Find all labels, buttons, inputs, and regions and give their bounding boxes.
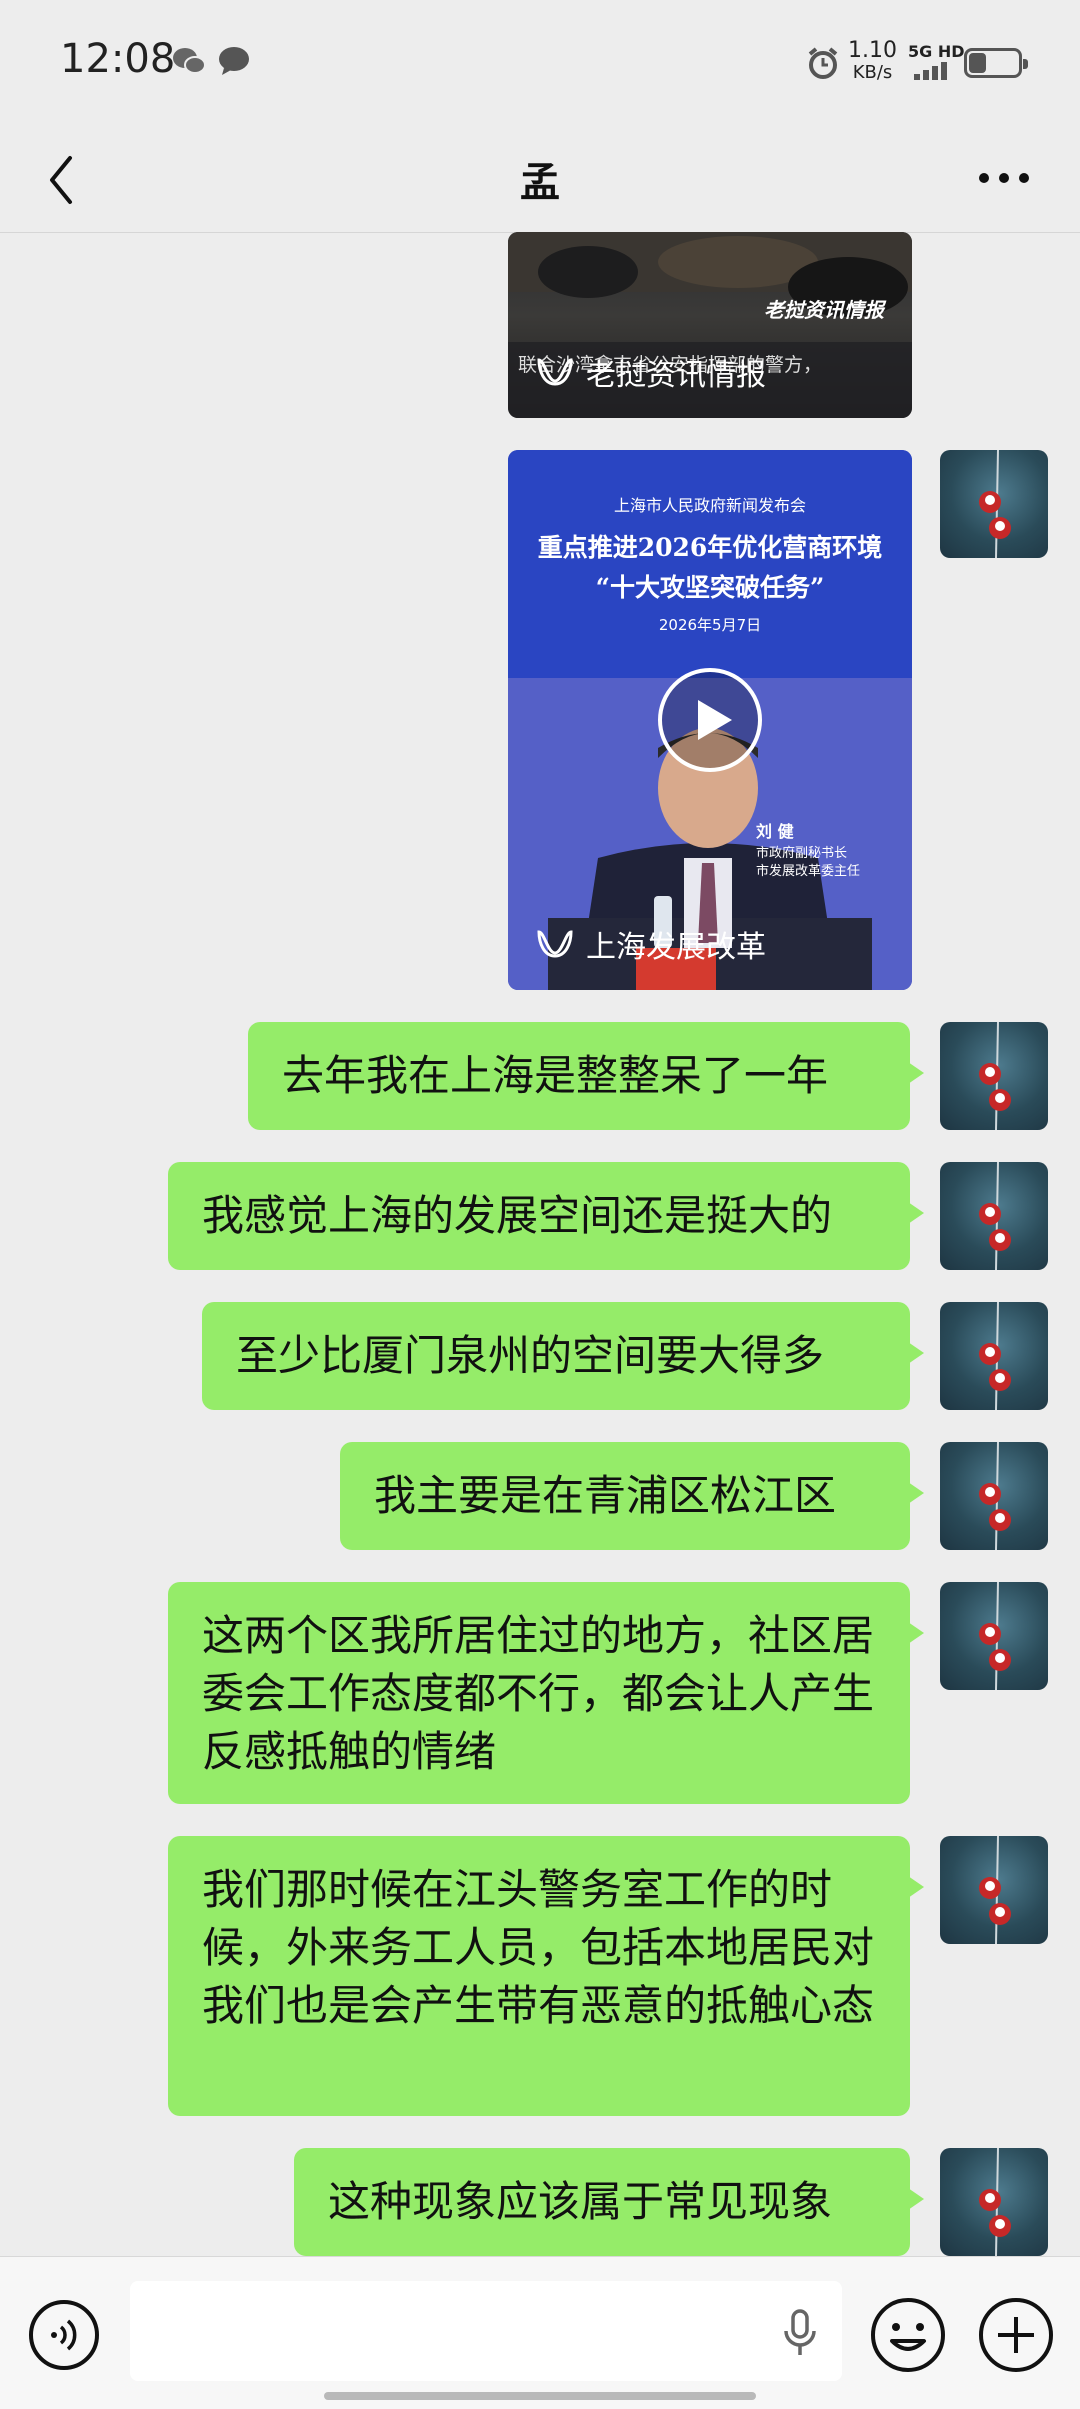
message-icon bbox=[219, 47, 249, 75]
message-input[interactable] bbox=[130, 2281, 842, 2381]
channels-icon bbox=[537, 930, 573, 958]
message-bubble[interactable]: 我们那时候在江头警务室工作的时候，外来务工人员，包括本地居民对我们也是会产生带有… bbox=[168, 1836, 924, 2116]
input-bar bbox=[0, 2256, 1080, 2409]
mic-icon[interactable] bbox=[782, 2309, 818, 2357]
video-source: 上海发展改革 bbox=[536, 922, 766, 966]
chat-header: 孟 bbox=[0, 128, 1080, 233]
video-source: 老挝资讯情报 bbox=[536, 350, 766, 394]
avatar[interactable] bbox=[940, 1302, 1048, 1410]
message-bubble[interactable]: 至少比厦门泉州的空间要大得多 bbox=[202, 1302, 924, 1410]
message-bubble[interactable]: 去年我在上海是整整呆了一年 bbox=[248, 1022, 924, 1130]
video-headline-2: “十大攻坚突破任务” bbox=[595, 573, 825, 602]
signal-icon bbox=[914, 62, 947, 80]
avatar[interactable] bbox=[940, 450, 1048, 558]
battery-icon bbox=[964, 48, 1028, 78]
status-time: 12:08 bbox=[60, 36, 176, 82]
watermark-text: 老挝资讯情报 bbox=[764, 298, 884, 322]
channels-icon bbox=[537, 358, 573, 386]
message-bubble[interactable]: 我感觉上海的发展空间还是挺大的 bbox=[168, 1162, 924, 1270]
avatar[interactable] bbox=[940, 2148, 1048, 2256]
wechat-icon bbox=[173, 48, 206, 74]
chat-title: 孟 bbox=[520, 160, 560, 206]
avatar[interactable] bbox=[940, 1442, 1048, 1550]
video-card-2[interactable]: 上海市人民政府新闻发布会 重点推进2026年优化营商环境 “十大攻坚突破任务” … bbox=[508, 450, 912, 990]
voice-icon[interactable] bbox=[28, 2299, 100, 2371]
net-speed-unit: KB/s bbox=[852, 62, 893, 83]
message-bubble[interactable]: 这种现象应该属于常见现象 bbox=[294, 2148, 924, 2256]
status-bar: 12:08 1.10 KB/s 5G HD bbox=[0, 0, 1080, 128]
play-icon[interactable] bbox=[656, 666, 764, 774]
network-type: 5G HD bbox=[908, 42, 965, 61]
video-card-1[interactable]: 老挝资讯情报 联合沙湾拿吉省公安指挥部的警方， 老挝资讯情报 bbox=[508, 232, 912, 418]
video-source-label: 老挝资讯情报 bbox=[586, 358, 766, 393]
chat-area[interactable]: 老挝资讯情报 联合沙湾拿吉省公安指挥部的警方， 老挝资讯情报 上海市人民政府新闻… bbox=[0, 232, 1080, 2256]
video-source-label: 上海发展改革 bbox=[586, 930, 766, 965]
message-bubble[interactable]: 这两个区我所居住过的地方，社区居委会工作态度都不行，都会让人产生反感抵触的情绪 bbox=[168, 1582, 924, 1804]
video-org: 上海市人民政府新闻发布会 bbox=[613, 496, 806, 515]
avatar[interactable] bbox=[940, 1836, 1048, 1944]
emoji-icon[interactable] bbox=[870, 2297, 946, 2373]
net-speed: 1.10 KB/s bbox=[848, 40, 897, 84]
net-speed-value: 1.10 bbox=[848, 38, 897, 63]
speaker-title-1: 市政府副秘书长 bbox=[756, 846, 848, 861]
message-bubble[interactable]: 我主要是在青浦区松江区 bbox=[340, 1442, 924, 1550]
avatar[interactable] bbox=[940, 1582, 1048, 1690]
speaker-title-2: 市发展改革委主任 bbox=[756, 864, 861, 879]
video-date: 2026年5月7日 bbox=[658, 616, 762, 634]
avatar-image bbox=[979, 450, 1011, 558]
home-indicator[interactable] bbox=[324, 2392, 756, 2400]
alarm-icon bbox=[808, 47, 838, 79]
avatar[interactable] bbox=[940, 1162, 1048, 1270]
speaker-name: 刘 健 bbox=[756, 822, 794, 841]
plus-icon[interactable] bbox=[978, 2297, 1054, 2373]
more-dots-icon[interactable] bbox=[976, 158, 1032, 198]
video-headline-1: 重点推进2026年优化营商环境 bbox=[537, 533, 883, 562]
avatar[interactable] bbox=[940, 1022, 1048, 1130]
